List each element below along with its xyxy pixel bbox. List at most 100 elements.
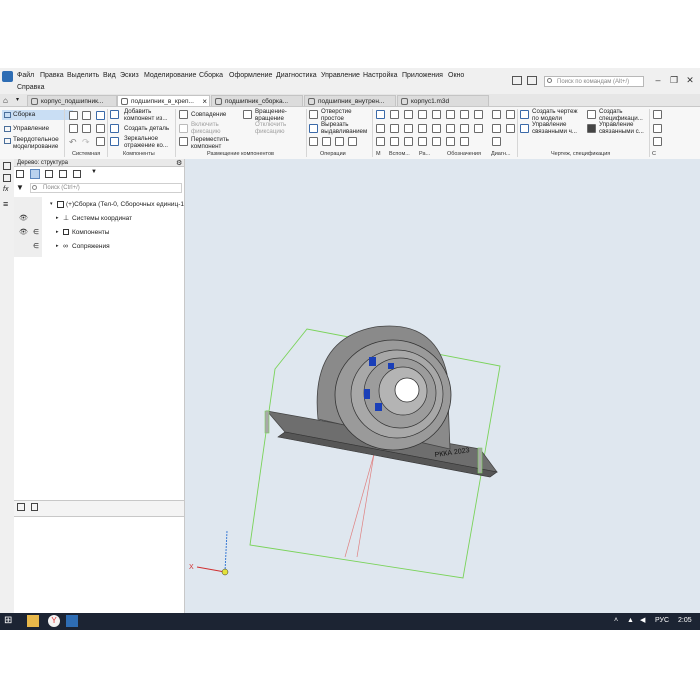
- kompas-icon[interactable]: [66, 615, 78, 627]
- paste-icon[interactable]: [96, 137, 105, 146]
- structure-view-icon[interactable]: [30, 169, 40, 179]
- eye-icon[interactable]: 👁: [19, 212, 28, 225]
- panel-settings-icon[interactable]: ⚙: [176, 159, 182, 167]
- menu-apps[interactable]: Приложения: [402, 71, 443, 81]
- language-indicator[interactable]: РУС: [655, 616, 669, 626]
- tree-item-mates[interactable]: ∈ ▸ ∞ Сопряжения: [14, 240, 184, 253]
- add-component-button[interactable]: Добавить компонент из...: [124, 108, 168, 122]
- arc-icon[interactable]: [418, 137, 427, 146]
- tree-view-icon[interactable]: [16, 170, 24, 178]
- clock[interactable]: 2:05: [678, 616, 692, 626]
- menu-format[interactable]: Оформление: [229, 71, 272, 81]
- save-icon[interactable]: [96, 111, 105, 120]
- close-tab-icon[interactable]: ×: [202, 96, 207, 106]
- weld-icon[interactable]: [460, 137, 469, 146]
- interference-icon[interactable]: [506, 110, 515, 119]
- filter-icon[interactable]: ▼: [16, 183, 24, 192]
- variables-icon[interactable]: fx: [3, 186, 8, 193]
- axis-icon[interactable]: [404, 110, 413, 119]
- chamfer-icon[interactable]: [322, 137, 331, 146]
- extrude-cut-button[interactable]: Вырезать выдавливанием: [321, 121, 367, 135]
- expand-icon[interactable]: ▸: [56, 212, 59, 225]
- tree-item-coord-systems[interactable]: 👁 ▸ ⊥ Системы координат: [14, 212, 184, 225]
- include-icon[interactable]: ∈: [33, 240, 39, 253]
- roughness-icon[interactable]: [474, 124, 483, 133]
- tab-podshipnik-sborka[interactable]: подшипник_сборка...: [211, 95, 303, 106]
- view-dropdown-icon[interactable]: ▼: [91, 169, 97, 175]
- tray-arrow-icon[interactable]: ˄: [614, 616, 618, 626]
- coincidence-button[interactable]: Совпадение: [191, 111, 226, 119]
- curve-icon[interactable]: [404, 124, 413, 133]
- mirror-component-button[interactable]: Зеркальное отражение ко...: [124, 135, 168, 149]
- print-icon[interactable]: [69, 124, 78, 133]
- menu-settings[interactable]: Настройка: [363, 71, 397, 81]
- menu-help[interactable]: Справка: [17, 83, 44, 93]
- close-icon[interactable]: ✕: [684, 75, 696, 86]
- layers-icon[interactable]: ≡: [3, 200, 8, 209]
- diagnose-icon[interactable]: [492, 124, 501, 133]
- menu-view[interactable]: Вид: [103, 71, 116, 81]
- datum-icon[interactable]: [418, 124, 427, 133]
- menu-diagnostics[interactable]: Диагностика: [276, 71, 317, 81]
- enable-fix-button[interactable]: Включить фиксацию: [191, 121, 221, 135]
- menu-select[interactable]: Выделить: [67, 71, 99, 81]
- fillet-icon[interactable]: [309, 137, 318, 146]
- symbol-icon[interactable]: [460, 124, 469, 133]
- properties-icon[interactable]: [3, 174, 11, 182]
- include-icon[interactable]: ∈: [33, 226, 39, 239]
- array-icon[interactable]: [348, 137, 357, 146]
- plane-icon[interactable]: [390, 110, 399, 119]
- point-icon[interactable]: [390, 124, 399, 133]
- move-component-button[interactable]: Переместить компонент: [191, 136, 229, 150]
- grid-icon[interactable]: [376, 124, 385, 133]
- pencil-icon[interactable]: [446, 110, 455, 119]
- tree-tab-icon[interactable]: [17, 503, 25, 511]
- disable-fix-button[interactable]: Отключить фиксацию: [255, 121, 286, 135]
- tab-podshipnik-vnutren[interactable]: подшипник_внутрен...: [304, 95, 396, 106]
- table-icon[interactable]: [432, 110, 441, 119]
- menu-edit[interactable]: Правка: [40, 71, 64, 81]
- section-icon[interactable]: [418, 110, 427, 119]
- distance-icon[interactable]: [492, 137, 501, 146]
- list-view-icon[interactable]: [73, 170, 81, 178]
- redo-icon[interactable]: ↷: [82, 137, 90, 148]
- menu-manage[interactable]: Управление: [321, 71, 360, 81]
- menu-assembly[interactable]: Сборка: [199, 71, 223, 81]
- extra-tool-icon[interactable]: [653, 137, 662, 146]
- tree-icon[interactable]: [3, 162, 11, 170]
- browser-icon[interactable]: Y: [48, 615, 60, 627]
- mode-assembly[interactable]: Сборка: [2, 110, 73, 120]
- line-icon[interactable]: [376, 137, 385, 146]
- tree-root-assembly[interactable]: ▾ (+)Сборка (Тел-0, Сборочных единиц-1: [14, 198, 184, 211]
- expand-icon[interactable]: ▸: [56, 240, 59, 253]
- volume-icon[interactable]: ◀: [640, 616, 645, 626]
- cut-icon[interactable]: [82, 124, 91, 133]
- minimize-icon[interactable]: –: [652, 75, 664, 86]
- command-search-input[interactable]: Поиск по командам (Alt+/): [544, 76, 644, 87]
- properties-tab-icon[interactable]: [31, 503, 38, 511]
- panels-icon[interactable]: [512, 76, 522, 85]
- restore-icon[interactable]: ❐: [668, 75, 680, 86]
- vertex-icon[interactable]: [390, 137, 399, 146]
- history-view-icon[interactable]: [59, 170, 67, 178]
- check-icon[interactable]: [492, 110, 501, 119]
- tolerance-icon[interactable]: [446, 137, 455, 146]
- undo-icon[interactable]: ↶: [69, 137, 77, 148]
- tabs-menu-icon[interactable]: ▾: [16, 96, 19, 103]
- tab-podshipnik-v-krep[interactable]: подшипник_в_креп... ×: [117, 95, 210, 106]
- tab-korpus-podshipnik[interactable]: корпус_подшипник...: [27, 95, 117, 106]
- shell-icon[interactable]: [335, 137, 344, 146]
- model-viewport[interactable]: РККА 2023 X: [185, 159, 700, 614]
- network-icon[interactable]: ▲: [627, 616, 634, 626]
- dimension-icon[interactable]: [474, 110, 483, 119]
- expand-icon[interactable]: ▾: [50, 198, 53, 211]
- extra-tool-icon[interactable]: [653, 110, 662, 119]
- home-icon[interactable]: ⌂: [3, 96, 8, 105]
- manage-linked-spec-button[interactable]: Управление связанными с...: [599, 121, 644, 135]
- open-icon[interactable]: [82, 111, 91, 120]
- mode-manage[interactable]: Управление: [2, 124, 73, 134]
- camera-icon[interactable]: [527, 76, 537, 85]
- start-icon[interactable]: ⊞: [4, 615, 16, 627]
- create-part-button[interactable]: Создать деталь: [124, 125, 169, 133]
- measure-icon[interactable]: [376, 110, 385, 119]
